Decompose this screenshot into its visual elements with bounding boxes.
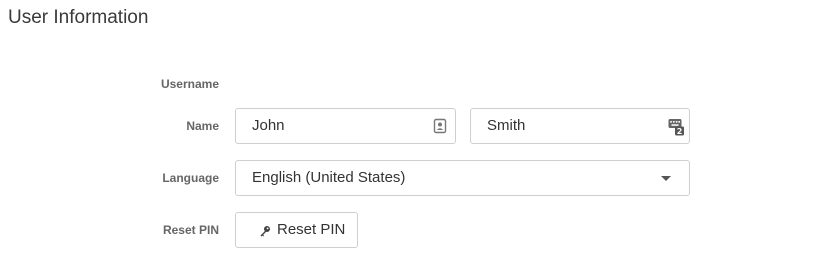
reset-pin-button-label: Reset PIN (277, 221, 346, 238)
contact-card-icon[interactable] (433, 118, 447, 134)
language-select[interactable]: English (United States) (235, 160, 690, 196)
language-label: Language (162, 171, 219, 185)
autofill-keyboard-icon[interactable]: 2 (668, 118, 684, 136)
name-row: Name John Smith 2 (0, 108, 826, 144)
reset-pin-button[interactable]: Reset PIN (235, 212, 358, 248)
username-label: Username (160, 77, 219, 91)
key-icon (259, 224, 271, 237)
section-title: User Information (8, 7, 149, 28)
first-name-input[interactable]: John (235, 108, 456, 144)
language-row: Language English (United States) (0, 160, 826, 196)
language-selected-value: English (United States) (252, 169, 406, 186)
last-name-value: Smith (487, 117, 526, 134)
reset-pin-row: Reset PIN Reset PIN (0, 212, 826, 248)
first-name-value: John (252, 117, 285, 134)
last-name-input[interactable]: Smith 2 (470, 108, 690, 144)
svg-text:2: 2 (677, 127, 683, 136)
user-information-panel: User Information Username Name John Smit… (0, 0, 826, 258)
username-row: Username (0, 73, 826, 109)
chevron-down-icon[interactable] (661, 176, 671, 181)
name-label: Name (186, 119, 219, 133)
reset-pin-label: Reset PIN (162, 223, 219, 237)
